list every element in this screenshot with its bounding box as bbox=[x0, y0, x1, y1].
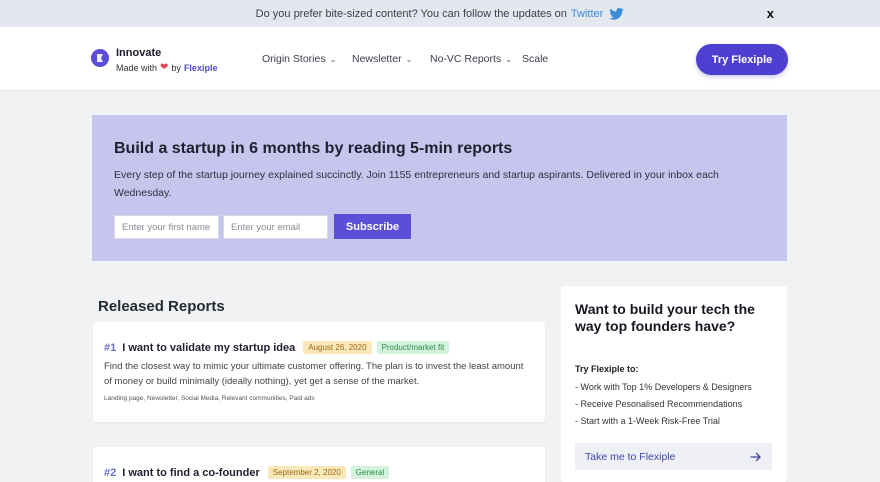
chevron-down-icon: ⌄ bbox=[505, 54, 512, 64]
hero-title: Build a startup in 6 months by reading 5… bbox=[114, 140, 513, 157]
nav-no-vc-reports[interactable]: No-VC Reports ⌄ bbox=[430, 53, 512, 65]
report-category-badge: Product/market fit bbox=[376, 341, 450, 354]
flexiple-link[interactable]: Flexiple bbox=[184, 63, 218, 73]
email-input[interactable] bbox=[223, 215, 328, 239]
chevron-down-icon: ⌄ bbox=[405, 54, 413, 64]
heart-icon: ❤ bbox=[160, 62, 169, 73]
nav-newsletter[interactable]: Newsletter ⌄ bbox=[352, 53, 412, 65]
promo-benefit: - Receive Pesonalised Recommendations bbox=[575, 399, 743, 409]
arrow-right-icon bbox=[750, 452, 761, 461]
report-title[interactable]: I want to validate my startup idea bbox=[122, 342, 295, 354]
report-date-badge: August 26, 2020 bbox=[303, 341, 372, 354]
announcement-bar: Do you prefer bite-sized content? You ca… bbox=[0, 0, 880, 27]
chevron-down-icon: ⌄ bbox=[329, 54, 337, 64]
made-with-text: Made with bbox=[116, 62, 158, 73]
promo-benefit: - Work with Top 1% Developers & Designer… bbox=[575, 382, 752, 392]
report-date-badge: September 2, 2020 bbox=[267, 466, 346, 479]
nav-origin-stories[interactable]: Origin Stories ⌄ bbox=[262, 53, 336, 65]
nav-label: Origin Stories bbox=[262, 53, 326, 65]
promo-label: Try Flexiple to: bbox=[575, 364, 639, 374]
flexiple-promo-card: Want to build your tech the way top foun… bbox=[561, 286, 787, 482]
report-header: #2 I want to find a co-founder September… bbox=[104, 466, 394, 479]
report-header: #1 I want to validate my startup idea Au… bbox=[104, 341, 454, 354]
innovate-logo-icon[interactable] bbox=[91, 49, 109, 67]
close-announcement-button[interactable]: x bbox=[767, 6, 774, 21]
twitter-bird-icon[interactable] bbox=[609, 7, 625, 20]
top-navbar: Innovate Made with ❤ by Flexiple Origin … bbox=[0, 27, 880, 91]
released-reports-heading: Released Reports bbox=[98, 298, 225, 315]
by-text: by bbox=[171, 62, 181, 73]
report-card[interactable]: #2 I want to find a co-founder September… bbox=[93, 447, 545, 482]
report-number: #2 bbox=[104, 466, 117, 479]
nav-scale[interactable]: Scale bbox=[522, 53, 548, 65]
promo-benefit: - Start with a 1-Week Risk-Free Trial bbox=[575, 416, 720, 426]
announcement-text: Do you prefer bite-sized content? You ca… bbox=[255, 7, 567, 20]
report-number: #1 bbox=[104, 341, 117, 354]
made-with-tagline: Made with ❤ by Flexiple bbox=[116, 62, 217, 73]
report-category-badge: General bbox=[350, 466, 390, 479]
try-flexiple-button[interactable]: Try Flexiple bbox=[696, 44, 788, 75]
subscribe-button[interactable]: Subscribe bbox=[334, 214, 411, 239]
brand-name[interactable]: Innovate bbox=[116, 47, 161, 59]
report-description: Find the closest way to mimic your ultim… bbox=[104, 361, 524, 387]
promo-heading: Want to build your tech the way top foun… bbox=[575, 301, 755, 334]
report-keywords: Landing page, Newsletter, Social Media, … bbox=[104, 395, 315, 402]
cta-label: Take me to Flexiple bbox=[585, 450, 676, 463]
report-title[interactable]: I want to find a co-founder bbox=[122, 467, 260, 479]
first-name-input[interactable] bbox=[114, 215, 219, 239]
take-me-to-flexiple-button[interactable]: Take me to Flexiple bbox=[575, 443, 772, 470]
report-card[interactable]: #1 I want to validate my startup idea Au… bbox=[93, 322, 545, 422]
nav-label: No-VC Reports bbox=[430, 53, 502, 65]
newsletter-hero: Build a startup in 6 months by reading 5… bbox=[92, 115, 787, 261]
twitter-link[interactable]: Twitter bbox=[571, 8, 603, 20]
hero-subtitle: Every step of the startup journey explai… bbox=[114, 169, 719, 199]
nav-label: Newsletter bbox=[352, 53, 402, 65]
nav-label: Scale bbox=[522, 53, 549, 65]
